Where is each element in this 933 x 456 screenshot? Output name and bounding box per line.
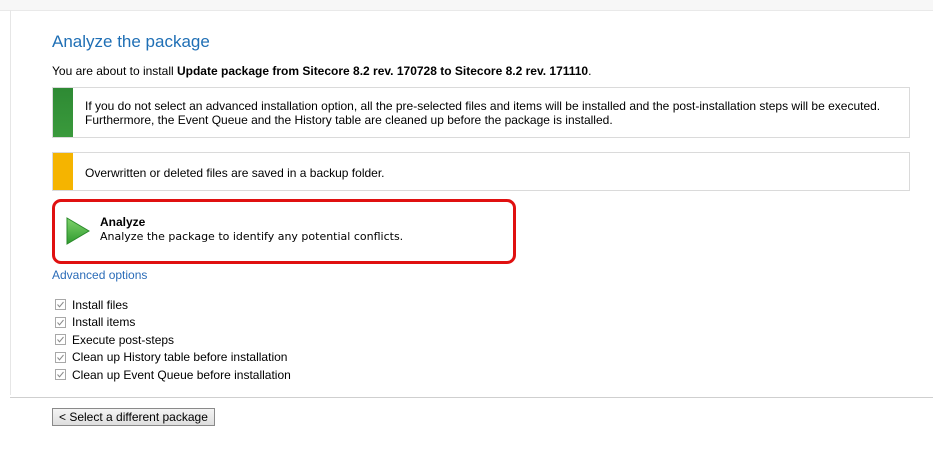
option-label: Clean up Event Queue before installation (72, 367, 291, 382)
option-label: Install items (72, 315, 136, 330)
page-title: Analyze the package (52, 32, 210, 51)
advanced-options-link[interactable]: Advanced options (52, 268, 147, 282)
info-notice-text: If you do not select an advanced install… (85, 99, 881, 127)
info-indicator-bar (53, 88, 73, 137)
checkbox-clean-history[interactable] (55, 351, 66, 363)
footer-divider (10, 397, 933, 398)
intro-prefix: You are about to install (52, 64, 177, 78)
warning-notice-text: Overwritten or deleted files are saved i… (85, 166, 385, 180)
checkbox-install-items[interactable] (55, 316, 66, 328)
left-divider (10, 10, 11, 395)
option-clean-history[interactable]: Clean up History table before installati… (55, 349, 291, 367)
select-different-package-button[interactable]: < Select a different package (52, 408, 215, 426)
option-label: Install files (72, 297, 129, 312)
analyze-description: Analyze the package to identify any pote… (100, 230, 404, 243)
intro-suffix: . (588, 64, 592, 78)
analyze-button[interactable]: Analyze Analyze the package to identify … (52, 199, 516, 264)
warning-indicator-bar (53, 153, 73, 190)
info-notice: If you do not select an advanced install… (52, 87, 910, 138)
play-icon (65, 216, 91, 251)
warning-notice: Overwritten or deleted files are saved i… (52, 152, 910, 191)
checkbox-execute-post-steps[interactable] (55, 334, 66, 346)
top-bar (0, 0, 933, 11)
option-label: Execute post-steps (72, 332, 175, 347)
advanced-options-list: Install files Install items Execute post… (55, 296, 291, 384)
option-execute-post-steps[interactable]: Execute post-steps (55, 331, 291, 349)
package-name: Update package from Sitecore 8.2 rev. 17… (176, 64, 589, 78)
checkbox-install-files[interactable] (55, 299, 66, 311)
option-clean-event-queue[interactable]: Clean up Event Queue before installation (55, 366, 291, 384)
option-install-items[interactable]: Install items (55, 314, 291, 332)
option-label: Clean up History table before installati… (72, 350, 288, 365)
option-install-files[interactable]: Install files (55, 296, 291, 314)
analyze-title: Analyze (100, 215, 146, 229)
checkbox-clean-event-queue[interactable] (55, 369, 66, 381)
intro-text: You are about to install Update package … (52, 64, 591, 78)
